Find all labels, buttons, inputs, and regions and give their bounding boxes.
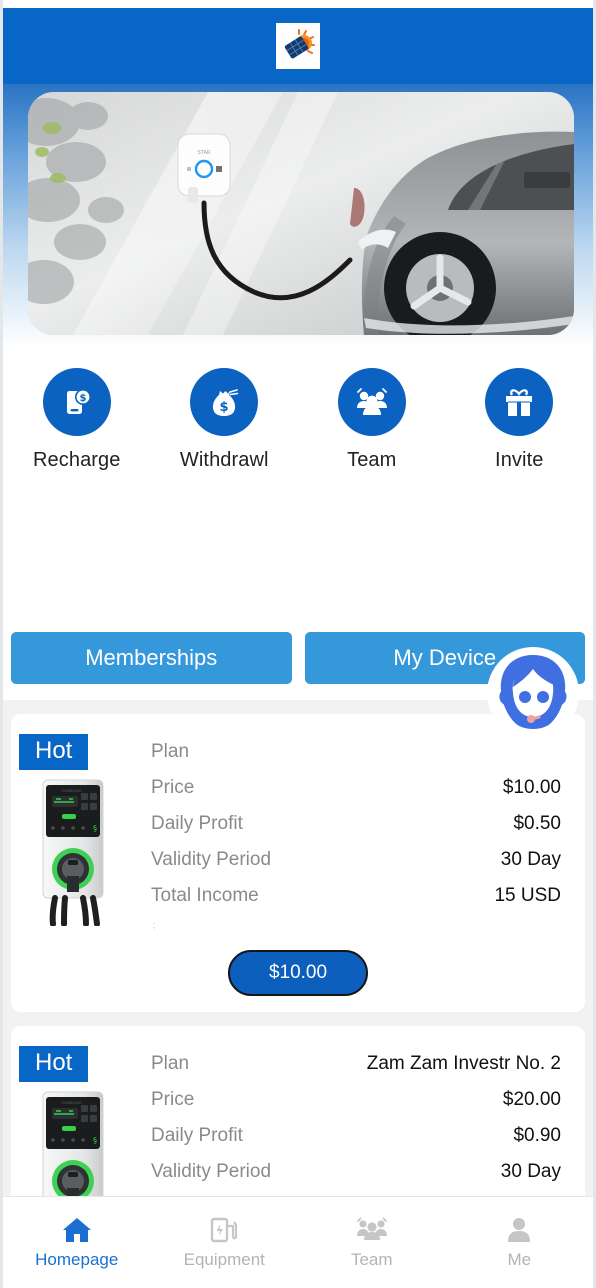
- nav-label: Team: [350, 1249, 393, 1269]
- spec-row-validity-period: Validity Period 30 Day: [151, 1154, 561, 1190]
- svg-text:$: $: [220, 400, 229, 415]
- nav-item-equipment[interactable]: Equipment: [151, 1216, 299, 1270]
- spec-label: Price: [151, 1089, 195, 1110]
- broken-image-artifact: ;: [153, 920, 156, 930]
- product-list[interactable]: Hot CHARGING § Plan Price $10.00 Daily P…: [3, 700, 593, 1196]
- spec-value: $0.90: [513, 1125, 561, 1146]
- nav-item-homepage[interactable]: Homepage: [3, 1216, 151, 1270]
- solar-panel-sun-logo-icon: [284, 29, 315, 59]
- ev-charger-photo: STAR: [28, 92, 574, 335]
- spec-value: 30 Day: [500, 849, 561, 870]
- nav-label: Homepage: [35, 1249, 119, 1269]
- spec-value: $10.00: [502, 777, 561, 798]
- app-root: STAR $ Recharge $ Withdrawl Team Invite …: [0, 0, 596, 1288]
- spec-row-validity-period: Validity Period 30 Day: [151, 842, 561, 878]
- app-header: [3, 8, 593, 84]
- recharge-icon-circle: $: [42, 368, 111, 436]
- spec-label: Plan: [151, 1053, 190, 1074]
- mobile-dollar-icon: $: [66, 389, 91, 414]
- hot-badge: Hot: [19, 1046, 89, 1083]
- hot-badge: Hot: [19, 734, 89, 771]
- spec-row-daily-profit: Daily Profit $0.50: [151, 806, 561, 842]
- hero-image[interactable]: STAR: [28, 92, 574, 335]
- notice-band: [3, 495, 593, 625]
- customer-service-avatar-icon: [487, 647, 579, 739]
- product-specs: Plan Price $10.00 Daily Profit $0.50 Val…: [151, 734, 561, 934]
- spec-label: Daily Profit: [151, 813, 243, 834]
- tab-memberships[interactable]: Memberships: [11, 632, 292, 684]
- product-specs: Plan Zam Zam Investr No. 2 Price $20.00 …: [151, 1046, 561, 1196]
- nav-label: Me: [507, 1249, 532, 1269]
- people-group-icon: [356, 388, 387, 415]
- svg-text:§: §: [93, 1136, 97, 1145]
- product-thumbnail: CHARGING §: [27, 1082, 123, 1196]
- ev-charger-thumbnail-icon: CHARGING §: [42, 1091, 104, 1196]
- people-group-icon: [356, 1217, 387, 1240]
- nav-item-me[interactable]: Me: [446, 1216, 594, 1270]
- nav-label: Equipment: [183, 1249, 265, 1269]
- product-card[interactable]: Hot CHARGING § Plan Zam Zam Investr No. …: [11, 1026, 585, 1196]
- svg-text:CHARGING: CHARGING: [62, 789, 82, 793]
- action-label: Team: [347, 449, 397, 471]
- wall-charger-unit: STAR: [177, 133, 231, 203]
- gift-box-icon: [506, 389, 533, 416]
- app-logo: [276, 23, 320, 69]
- spec-row-price: Price $10.00: [151, 770, 561, 806]
- nav-item-team[interactable]: Team: [298, 1216, 446, 1270]
- buy-button-wrap: $10.00: [11, 950, 585, 996]
- action-label: Invite: [495, 449, 544, 471]
- spec-value: Zam Zam Investr No. 2: [366, 1053, 561, 1074]
- invite-icon-circle: [485, 368, 554, 436]
- spec-value: 30 Day: [500, 1161, 561, 1182]
- ev-charger-thumbnail-icon: CHARGING §: [42, 779, 104, 926]
- action-withdrawl[interactable]: $ Withdrawl: [151, 368, 299, 490]
- money-bag-icon: $: [213, 389, 239, 416]
- svg-text:§: §: [93, 824, 97, 833]
- withdrawl-icon-circle: $: [190, 368, 259, 436]
- person-icon: [508, 1217, 531, 1242]
- spec-value: 15 USD: [494, 885, 561, 906]
- spec-label: Total Income: [151, 885, 259, 906]
- spec-label: Price: [151, 777, 195, 798]
- spec-row-plan: Plan Zam Zam Investr No. 2: [151, 1046, 561, 1082]
- spec-row-daily-profit: Daily Profit $0.90: [151, 1118, 561, 1154]
- svg-text:CHARGING: CHARGING: [62, 1101, 82, 1105]
- customer-service-button[interactable]: [485, 645, 581, 741]
- product-card-body: CHARGING §: [11, 1026, 585, 1196]
- hero-banner: STAR: [3, 84, 593, 348]
- spec-label: Validity Period: [151, 1161, 272, 1182]
- action-team[interactable]: Team: [298, 368, 446, 490]
- svg-text:$: $: [79, 393, 86, 404]
- svg-text:STAR: STAR: [198, 150, 211, 156]
- bottom-navigation: Homepage Equipment Team Me: [3, 1196, 593, 1288]
- buy-button[interactable]: $10.00: [228, 950, 368, 996]
- spec-row-total-income: Total Income 15 USD: [151, 878, 561, 914]
- action-label: Withdrawl: [179, 449, 269, 471]
- team-icon-circle: [337, 368, 406, 436]
- home-icon: [62, 1217, 91, 1242]
- product-thumbnail: CHARGING §: [27, 770, 123, 934]
- spec-value: $0.50: [513, 813, 561, 834]
- action-label: Recharge: [32, 449, 121, 471]
- spec-value: $20.00: [502, 1089, 561, 1110]
- quick-actions: $ Recharge $ Withdrawl Team Invite: [3, 368, 593, 490]
- charging-station-icon: [211, 1217, 238, 1242]
- spec-label: Daily Profit: [151, 1125, 243, 1146]
- spec-label: Validity Period: [151, 849, 272, 870]
- action-invite[interactable]: Invite: [446, 368, 594, 490]
- spec-row-price: Price $20.00: [151, 1082, 561, 1118]
- product-card-body: CHARGING §: [11, 714, 585, 934]
- action-recharge[interactable]: $ Recharge: [3, 368, 151, 490]
- product-card[interactable]: Hot CHARGING § Plan Price $10.00 Daily P…: [11, 714, 585, 1012]
- spec-label: Plan: [151, 741, 190, 762]
